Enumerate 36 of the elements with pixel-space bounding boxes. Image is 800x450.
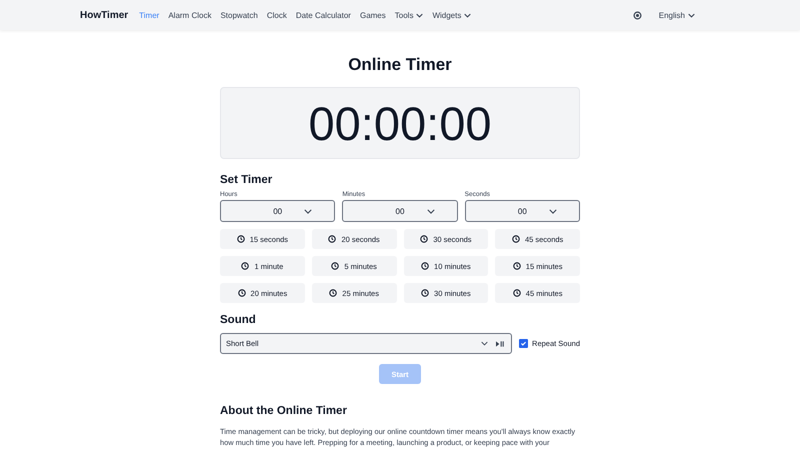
clock-icon (421, 289, 430, 297)
section-heading: About the Online Timer (220, 404, 348, 418)
clock-icon (421, 262, 430, 270)
brand-logo[interactable]: HowTimer (80, 10, 128, 20)
chevron-icon (426, 208, 435, 214)
section-heading: Set Timer (220, 173, 274, 187)
nav-link[interactable]: Alarm Clock (168, 10, 212, 20)
nav-link[interactable]: Stopwatch (220, 10, 258, 20)
nav-link[interactable]: Widgets (432, 10, 472, 20)
chevron-icon (304, 208, 312, 214)
page-title: Online Timer (347, 54, 453, 76)
caret-icon (688, 12, 695, 18)
clock-icon (512, 262, 521, 270)
nav-link[interactable]: Games (360, 10, 386, 20)
chevron-icon (549, 208, 557, 214)
clock-icon (329, 289, 338, 297)
nav-link[interactable]: Tools (394, 10, 424, 20)
play-pause-icon[interactable] (496, 340, 504, 346)
clock-icon (328, 235, 336, 243)
section-heading: Sound (220, 313, 257, 327)
time-select[interactable]: 00 (220, 200, 336, 222)
clock-icon (241, 262, 250, 270)
clock-icon (512, 235, 520, 243)
language-selector[interactable]: English (658, 10, 695, 20)
nav-link[interactable]: Date Calculator (296, 10, 351, 20)
timer-display: 00:00:00 (220, 87, 580, 159)
clock-icon (420, 235, 428, 243)
clock-icon (331, 262, 340, 270)
time-select[interactable]: 00 (464, 200, 580, 222)
chevron-icon (481, 341, 488, 346)
time-select[interactable]: 00 (342, 200, 458, 222)
checkbox[interactable] (519, 339, 528, 348)
clock-icon (236, 235, 245, 243)
clock-icon (238, 289, 246, 297)
nav-link[interactable]: Clock (266, 10, 287, 20)
clock-icon (512, 289, 521, 297)
